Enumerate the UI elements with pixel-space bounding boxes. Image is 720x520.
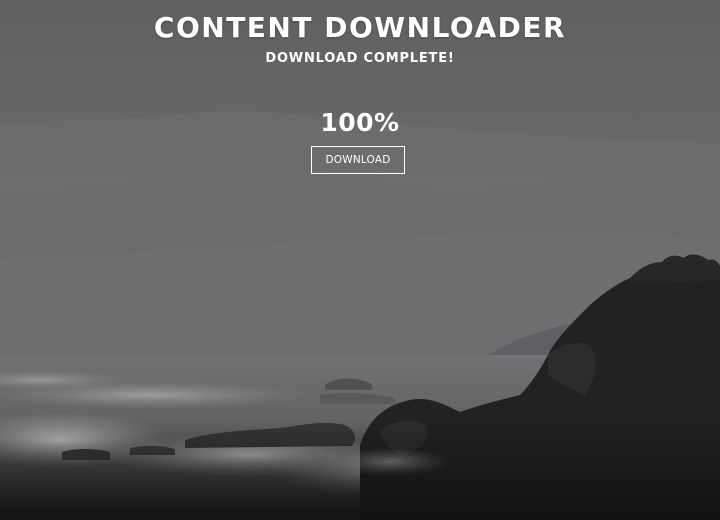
app-title: CONTENT DOWNLOADER <box>153 11 567 44</box>
downloader-page: CONTENT DOWNLOADER DOWNLOAD COMPLETE! 10… <box>0 0 720 520</box>
download-button[interactable]: DOWNLOAD <box>311 146 405 174</box>
background-landscape-image <box>0 0 720 520</box>
download-status-text: DOWNLOAD COMPLETE! <box>265 51 455 66</box>
progress-percentage: 100% <box>320 108 400 137</box>
